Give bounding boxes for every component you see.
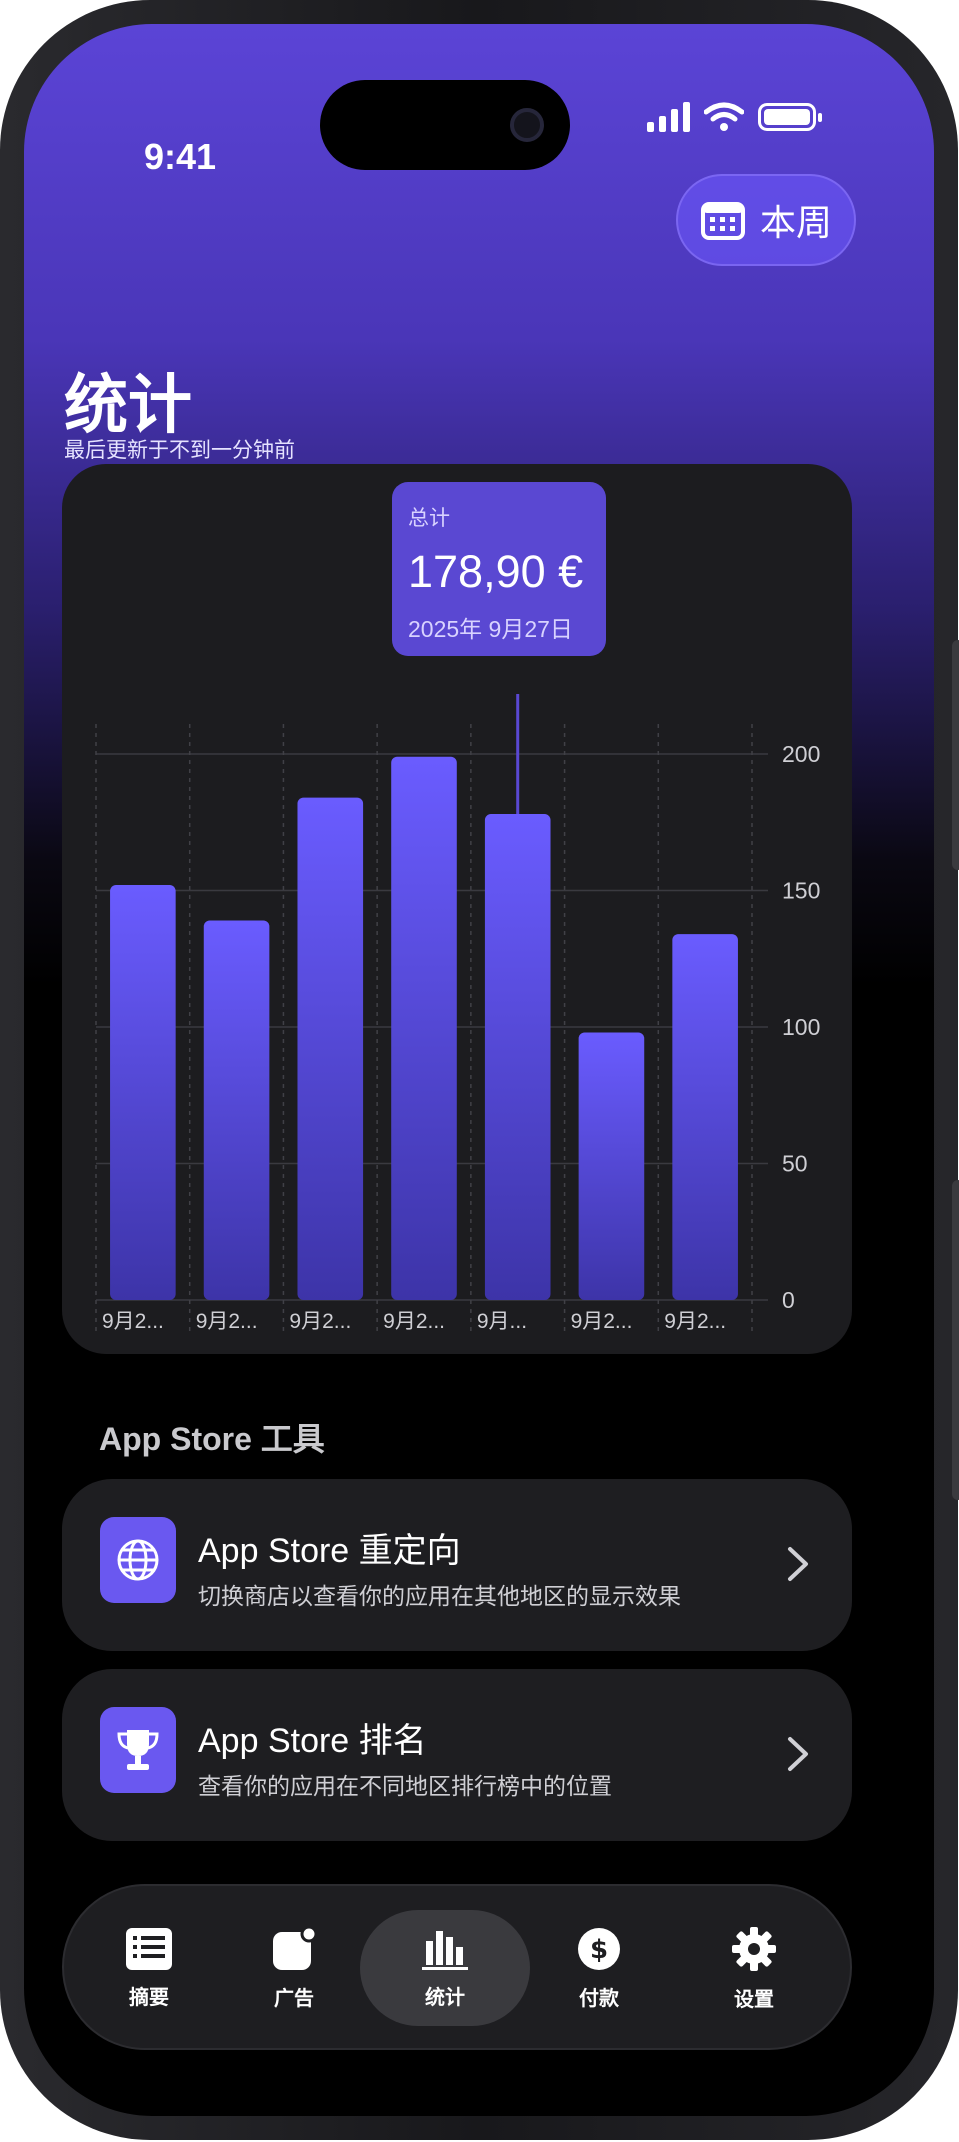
chevron-right-icon [788,1737,808,1771]
chart-tooltip: 总计 178,90 € 2025年 9月27日 [392,482,606,656]
screen: 9:41 本周 统计 最后更新于不到一分钟前 0 50 100 150 200 … [24,24,934,2116]
chevron-right-icon [788,1547,808,1581]
period-label: 本周 [759,202,832,243]
x-tick-label: 9月2... [102,1310,164,1333]
gear-icon [732,1926,776,1971]
chart-icon [422,1930,468,1970]
chart-bar [297,797,364,1300]
side-button [952,640,959,870]
tab-settings[interactable]: 设置 [689,1910,819,2026]
status-icons [647,102,822,132]
tab-label: 设置 [734,1988,774,2011]
calendar-icon [700,202,745,240]
ads-icon [273,1925,317,1970]
y-tick-label: 100 [782,1014,820,1040]
tab-label: 摘要 [129,1986,169,2009]
trophy-icon [117,1730,159,1770]
svg-text:$: $ [590,1935,608,1965]
tab-stats[interactable]: 统计 [360,1910,530,2026]
tab-payments[interactable]: $ 付款 [534,1910,664,2026]
tool-card-ranking[interactable]: App Store 排名 查看你的应用在不同地区排行榜中的位置 [62,1669,852,1841]
x-tick-label: 9月... [477,1310,527,1333]
tool-icon-container [100,1707,176,1793]
x-tick-label: 9月2... [196,1310,258,1333]
chart-bar [110,885,176,1300]
battery-icon [758,103,822,131]
wifi-icon [704,102,744,131]
tool-card-redirect[interactable]: App Store 重定向 切换商店以查看你的应用在其他地区的显示效果 [62,1479,852,1651]
bar-chart[interactable]: 0 50 100 150 200 9月2... 9月2... 9月2... 9月2... 9月..… [62,664,852,1344]
last-updated-text: 最后更新于不到一分钟前 [64,439,295,462]
x-tick-label: 9月2... [571,1310,633,1333]
tool-title: App Store 重定向 [198,1532,461,1570]
chart-bar [672,934,738,1300]
tab-label: 付款 [579,1987,619,2010]
chart-bar [203,920,270,1300]
tooltip-date: 2025年 9月27日 [408,616,573,642]
y-tick-label: 150 [782,878,820,904]
y-tick-label: 50 [782,1151,808,1177]
tool-desc: 切换商店以查看你的应用在其他地区的显示效果 [198,1583,681,1609]
tooltip-label: 总计 [408,507,450,530]
tool-title: App Store 排名 [198,1722,427,1760]
chart-bar [391,756,457,1300]
camera-icon [510,108,544,142]
chart-bar [484,814,551,1300]
globe-icon [117,1539,159,1581]
status-time: 9:41 [144,136,217,177]
y-tick-label: 0 [782,1287,795,1313]
tab-ads[interactable]: 广告 [229,1910,359,2026]
tool-icon-container [100,1517,176,1603]
list-icon [126,1927,172,1970]
y-tick-label: 200 [782,741,820,767]
tool-desc: 查看你的应用在不同地区排行榜中的位置 [198,1773,612,1799]
phone-frame: 9:41 本周 统计 最后更新于不到一分钟前 0 50 100 150 200 … [0,0,959,2140]
chart-bar [578,1032,645,1300]
tab-label: 统计 [425,1986,465,2009]
x-tick-label: 9月2... [664,1310,726,1333]
period-button[interactable]: 本周 [676,174,856,266]
dynamic-island [320,80,570,170]
side-button [952,1180,959,1500]
dollar-icon: $ [578,1927,620,1970]
x-tick-label: 9月2... [383,1310,445,1333]
tooltip-value: 178,90 € [408,546,584,597]
tab-summary[interactable]: 摘要 [84,1910,214,2026]
x-tick-label: 9月2... [289,1310,351,1333]
tab-bar: 摘要 广告 统计 $ 付款 设置 [62,1884,852,2050]
signal-icon [647,102,690,132]
section-title: App Store 工具 [99,1421,325,1457]
page-title: 统计 [64,369,192,441]
tab-label: 广告 [274,1987,314,2010]
